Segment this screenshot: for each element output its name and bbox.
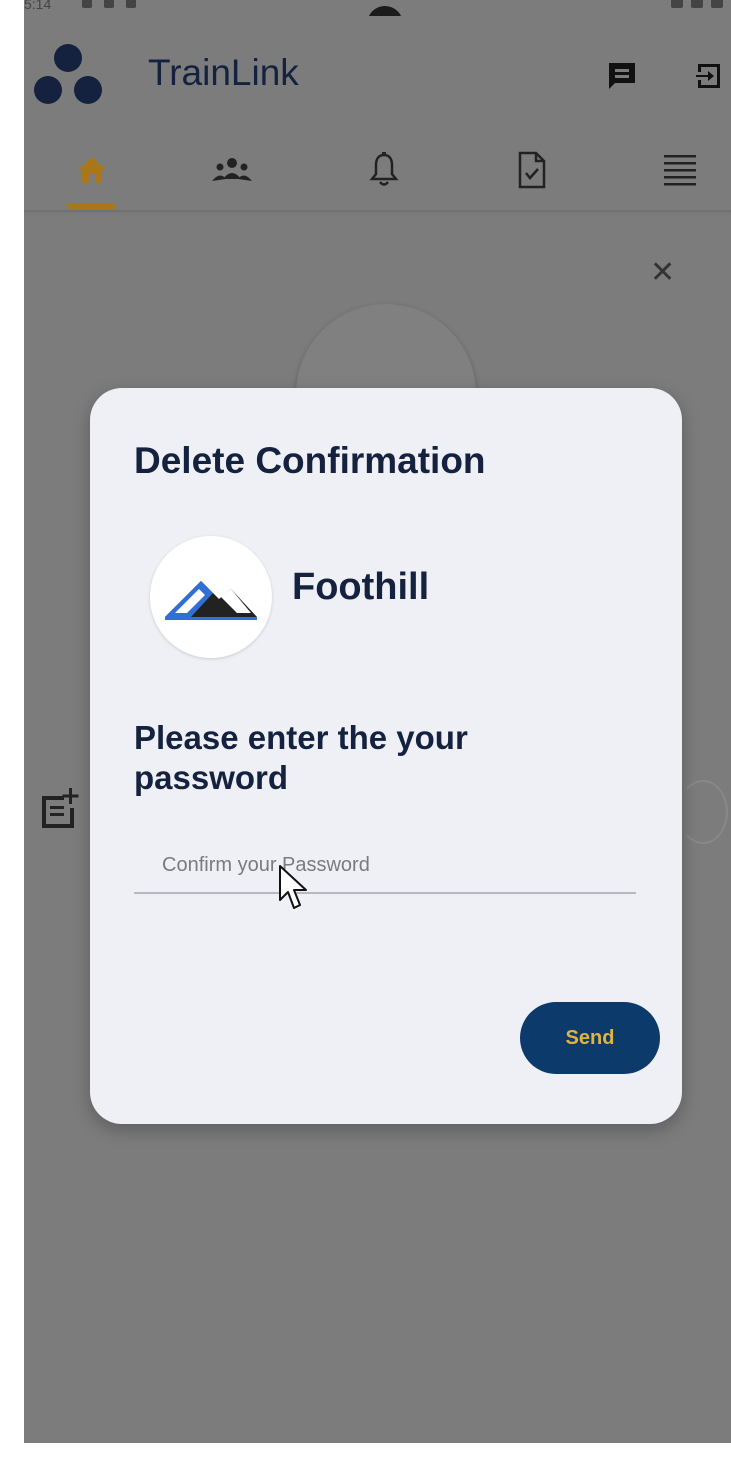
app-screen: 5:14 TrainLink ✕ Delete Confirmation Foo… — [24, 0, 731, 1443]
people-icon — [212, 158, 252, 181]
app-logo-icon — [34, 44, 102, 104]
org-logo — [150, 536, 272, 658]
wifi-icon — [671, 0, 683, 8]
phone-frame: 5:14 TrainLink ✕ Delete Confirmation Foo… — [0, 0, 731, 1471]
tab-people[interactable] — [202, 140, 262, 200]
delete-confirmation-dialog: Delete Confirmation Foothill Please ente… — [90, 388, 682, 1124]
battery-icon — [711, 0, 723, 8]
mouse-cursor-icon — [279, 865, 307, 909]
logout-icon — [696, 64, 720, 88]
document-check-icon — [518, 151, 546, 189]
chat-icon — [609, 63, 635, 89]
logout-button[interactable] — [690, 56, 730, 96]
status-system-icons — [671, 0, 723, 8]
notification-icon — [126, 0, 136, 8]
app-bar-shadow — [24, 210, 731, 214]
app-title: TrainLink — [148, 52, 299, 93]
password-prompt: Please enter the your password — [134, 719, 468, 796]
chat-button[interactable] — [602, 56, 642, 96]
dialog-title: Delete Confirmation — [134, 440, 486, 481]
background-circle-edge — [678, 780, 728, 844]
confirm-password-input[interactable] — [134, 838, 636, 894]
org-name: Foothill — [292, 566, 430, 608]
status-time: 5:14 — [24, 0, 52, 12]
app-bar: TrainLink — [24, 16, 731, 216]
bottom-margin — [0, 1443, 731, 1471]
active-tab-indicator — [68, 204, 116, 209]
tab-documents[interactable] — [502, 140, 562, 200]
home-icon — [78, 157, 106, 183]
background-close-icon: ✕ — [650, 256, 676, 289]
tab-menu[interactable] — [650, 140, 710, 200]
send-button[interactable]: Send — [520, 1002, 660, 1074]
notification-icon — [82, 0, 92, 8]
tab-notifications[interactable] — [354, 140, 414, 200]
notification-icon — [104, 0, 114, 8]
bell-icon — [369, 152, 399, 186]
signal-icon — [691, 0, 703, 8]
menu-icon — [664, 155, 696, 186]
mountain-logo-icon — [165, 581, 257, 620]
tab-home[interactable] — [62, 140, 122, 200]
left-margin — [0, 0, 24, 1471]
add-note-icon — [42, 788, 79, 828]
status-notification-icons — [82, 0, 136, 8]
tab-bar — [24, 140, 731, 216]
